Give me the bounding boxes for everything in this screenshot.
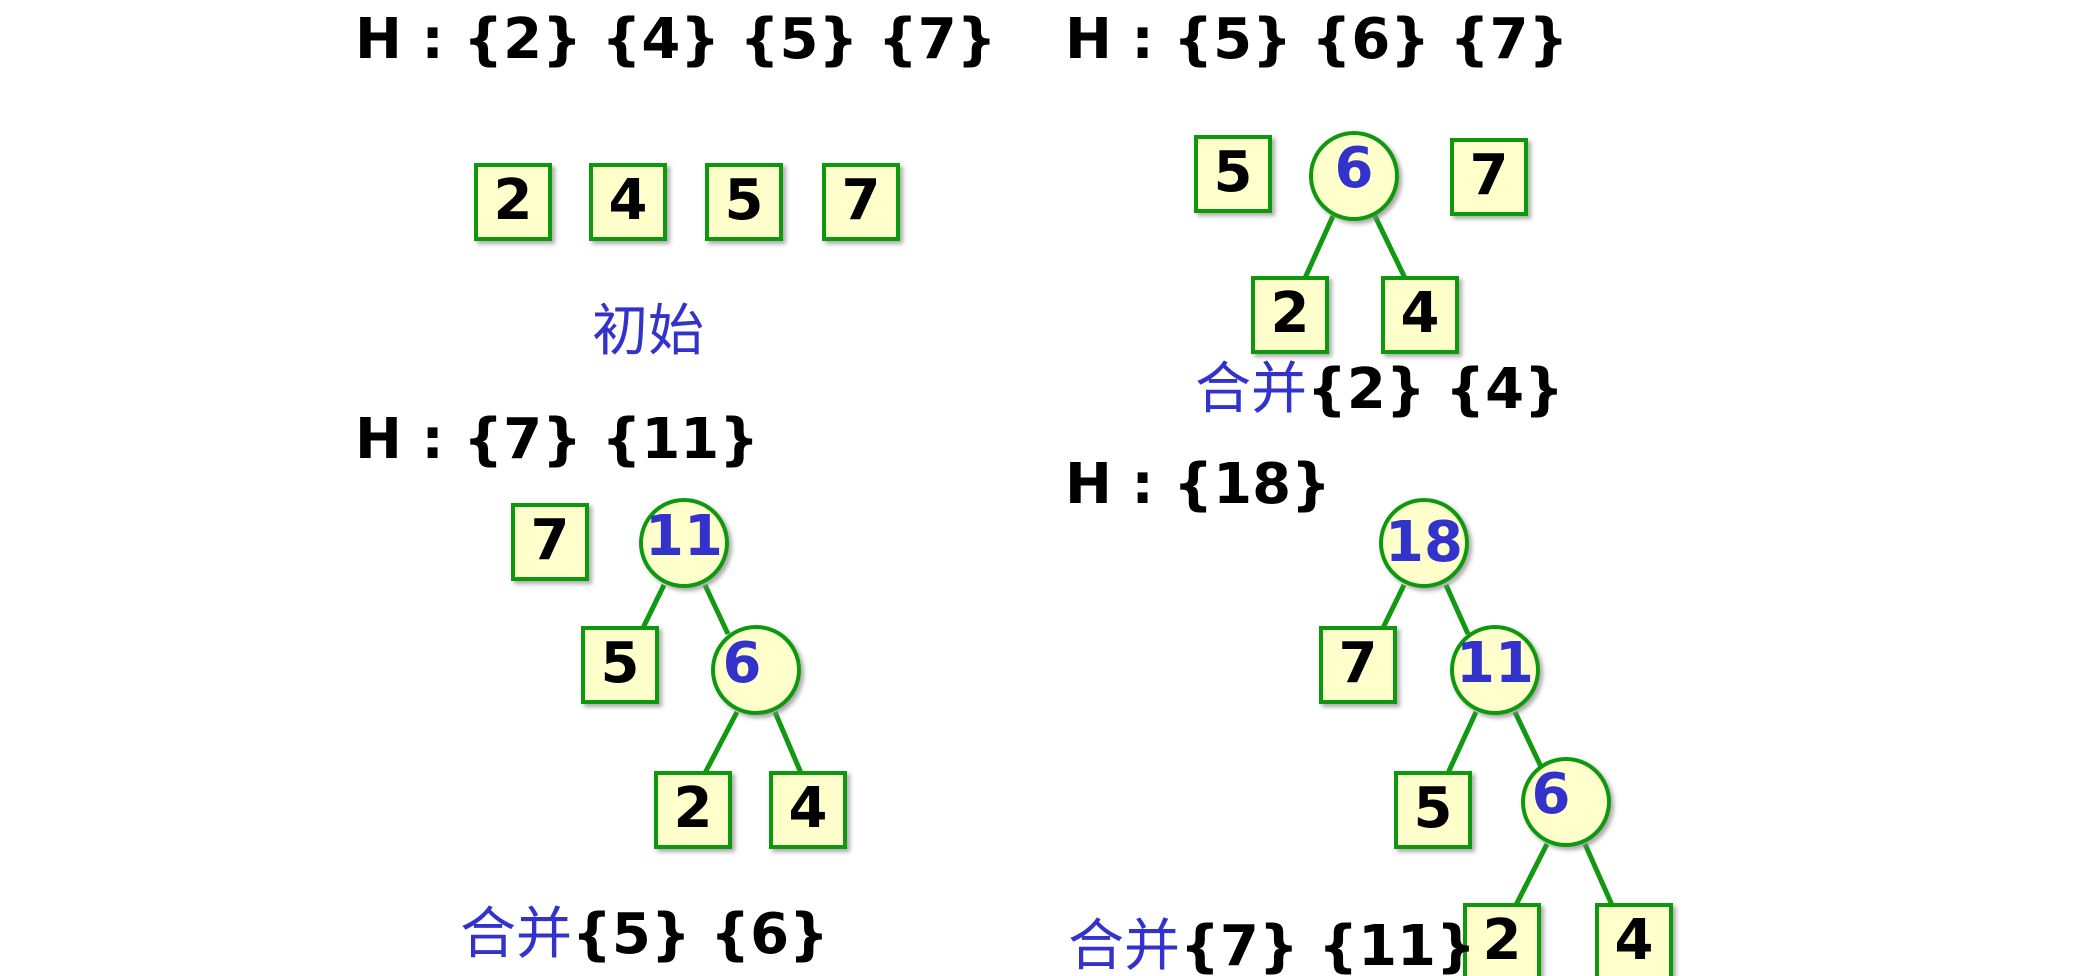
node-value: 2	[494, 168, 533, 233]
panel-heading: H : {7} {11}	[355, 407, 759, 472]
node-value: 5	[601, 631, 640, 696]
caption-label: 合并	[1068, 914, 1180, 976]
internal-node: 6	[1309, 131, 1399, 221]
leaf-node: 5	[1194, 135, 1272, 213]
leaf-node: 2	[1463, 903, 1541, 976]
huffman-diagram: H : {2} {4} {5} {7} 2 4 5 7 初始 H : {5} {…	[355, 7, 1673, 976]
leaf-node: 7	[822, 163, 900, 241]
node-value: 18	[1385, 510, 1463, 575]
leaf-node: 4	[769, 771, 847, 849]
panel-merge-2-4: H : {5} {6} {7} 5 6 7 2 4 合并{2} {4}	[1065, 7, 1568, 422]
node-value: 5	[1414, 776, 1453, 841]
panel-heading: H : {2} {4} {5} {7}	[355, 7, 997, 72]
node-value: 2	[1483, 908, 1522, 973]
node-value: 4	[1401, 281, 1440, 346]
panel-merge-7-11: H : {18} 18 7 11 5 6 2 4 合并{7} {11}	[1065, 452, 1673, 976]
node-value: 5	[725, 168, 764, 233]
panel-merge-5-6: H : {7} {11} 7 11 5 6 2 4 合并{5} {6}	[355, 407, 847, 967]
panel-heading: H : {5} {6} {7}	[1065, 7, 1568, 72]
leaf-node: 7	[1319, 626, 1397, 704]
node-value: 4	[1615, 908, 1654, 973]
internal-node: 6	[711, 625, 801, 715]
caption-label: 合并	[1195, 357, 1307, 422]
node-value: 6	[1335, 136, 1374, 201]
panel-caption: 初始	[592, 299, 704, 364]
internal-node: 6	[1521, 757, 1611, 847]
panel-heading: H : {18}	[1065, 452, 1331, 517]
leaf-node: 2	[1251, 276, 1329, 354]
internal-node: 18	[1379, 498, 1469, 588]
node-value: 6	[723, 631, 762, 696]
panel-caption: 合并{5} {6}	[460, 902, 829, 967]
node-value: 7	[842, 168, 881, 233]
node-value: 2	[1271, 281, 1310, 346]
leaf-node: 2	[654, 771, 732, 849]
node-value: 11	[1456, 631, 1534, 696]
node-value: 6	[1532, 762, 1571, 827]
leaf-node: 4	[589, 163, 667, 241]
leaf-node: 4	[1595, 903, 1673, 976]
node-value: 5	[1214, 140, 1253, 205]
node-value: 11	[645, 504, 723, 569]
panel-caption: 合并{7} {11}	[1068, 914, 1476, 976]
leaf-node: 2	[474, 163, 552, 241]
leaf-node: 5	[705, 163, 783, 241]
leaf-node: 7	[1450, 138, 1528, 216]
leaf-node: 5	[581, 626, 659, 704]
leaf-node: 7	[511, 503, 589, 581]
panel-initial: H : {2} {4} {5} {7} 2 4 5 7 初始	[355, 7, 997, 364]
node-value: 4	[609, 168, 648, 233]
caption-label: 合并	[460, 902, 572, 967]
caption-label: 初始	[592, 299, 704, 364]
node-value: 2	[674, 776, 713, 841]
node-value: 7	[1339, 631, 1378, 696]
caption-sets: {5} {6}	[572, 902, 829, 967]
leaf-node: 5	[1394, 771, 1472, 849]
leaf-node: 4	[1381, 276, 1459, 354]
internal-node: 11	[1450, 625, 1540, 715]
node-value: 7	[531, 508, 570, 573]
caption-sets: {2} {4}	[1307, 357, 1564, 422]
node-value: 7	[1470, 143, 1509, 208]
node-value: 4	[789, 776, 828, 841]
internal-node: 11	[639, 498, 729, 588]
panel-caption: 合并{2} {4}	[1195, 357, 1564, 422]
caption-sets: {7} {11}	[1180, 914, 1476, 976]
